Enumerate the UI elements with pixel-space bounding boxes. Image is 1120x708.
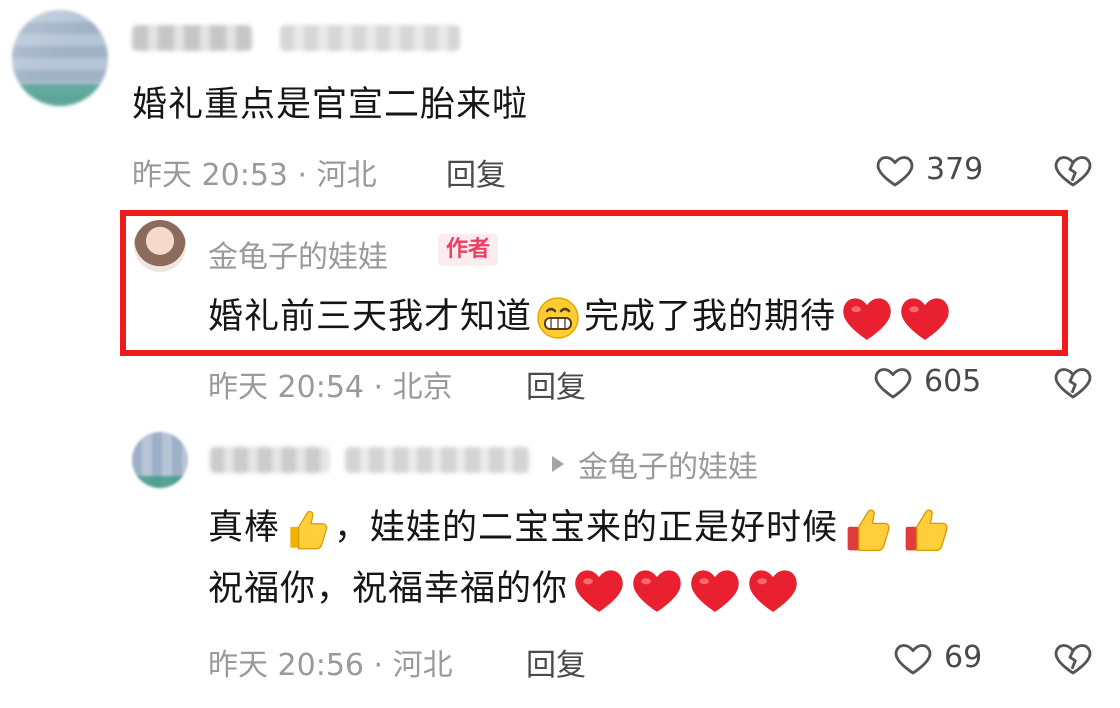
- comment-text-part: 祝福你，祝福幸福的你: [208, 569, 569, 609]
- comment-meta: 昨天 20:56 · 河北: [208, 648, 453, 683]
- red-heart-icon: [633, 570, 681, 612]
- red-heart-icon: [575, 570, 623, 612]
- reply-to[interactable]: 金龟子的娃娃: [552, 442, 758, 486]
- reply-button[interactable]: 回复: [446, 150, 506, 194]
- comment-text: 真棒 ，娃娃的二宝宝来的正是好时候: [208, 502, 954, 556]
- blurred-username[interactable]: [132, 25, 252, 51]
- avatar[interactable]: [12, 10, 108, 106]
- comment-text: 祝福你，祝福幸福的你: [208, 566, 800, 614]
- like-count: 605: [924, 364, 982, 399]
- comment-text-part: 真棒: [208, 508, 281, 548]
- heart-outline-icon[interactable]: [874, 150, 916, 190]
- blurred-username[interactable]: [345, 447, 530, 473]
- comment-meta: 昨天 20:53 · 河北: [132, 158, 377, 193]
- thumbs-up-icon: [905, 509, 948, 552]
- red-heart-icon: [749, 570, 797, 612]
- reply-button[interactable]: 回复: [526, 640, 586, 684]
- reply-arrow-icon: [552, 456, 564, 472]
- comment-meta: 昨天 20:54 · 北京: [208, 370, 453, 405]
- thumbs-up-icon: [847, 509, 890, 552]
- red-heart-icon: [691, 570, 739, 612]
- avatar[interactable]: [132, 432, 188, 488]
- reply-button[interactable]: 回复: [526, 362, 586, 406]
- highlight-box: [120, 210, 1068, 356]
- broken-heart-outline-icon[interactable]: [1052, 638, 1094, 678]
- broken-heart-outline-icon[interactable]: [1052, 362, 1094, 402]
- thumbs-up-icon: [290, 510, 328, 550]
- like-count: 69: [944, 640, 983, 675]
- heart-outline-icon[interactable]: [872, 362, 914, 402]
- heart-outline-icon[interactable]: [892, 638, 934, 678]
- comment-text: 婚礼重点是官宣二胎来啦: [132, 85, 529, 125]
- blurred-username[interactable]: [280, 25, 460, 51]
- reply-to-name: 金龟子的娃娃: [578, 450, 758, 485]
- like-count: 379: [926, 152, 984, 187]
- blurred-username[interactable]: [210, 447, 330, 473]
- broken-heart-outline-icon[interactable]: [1052, 150, 1094, 190]
- comment-text-part: ，娃娃的二宝宝来的正是好时候: [334, 508, 839, 548]
- comment-list: 婚礼重点是官宣二胎来啦 昨天 20:53 · 河北 回复 379 金龟子的娃娃 …: [0, 0, 1120, 708]
